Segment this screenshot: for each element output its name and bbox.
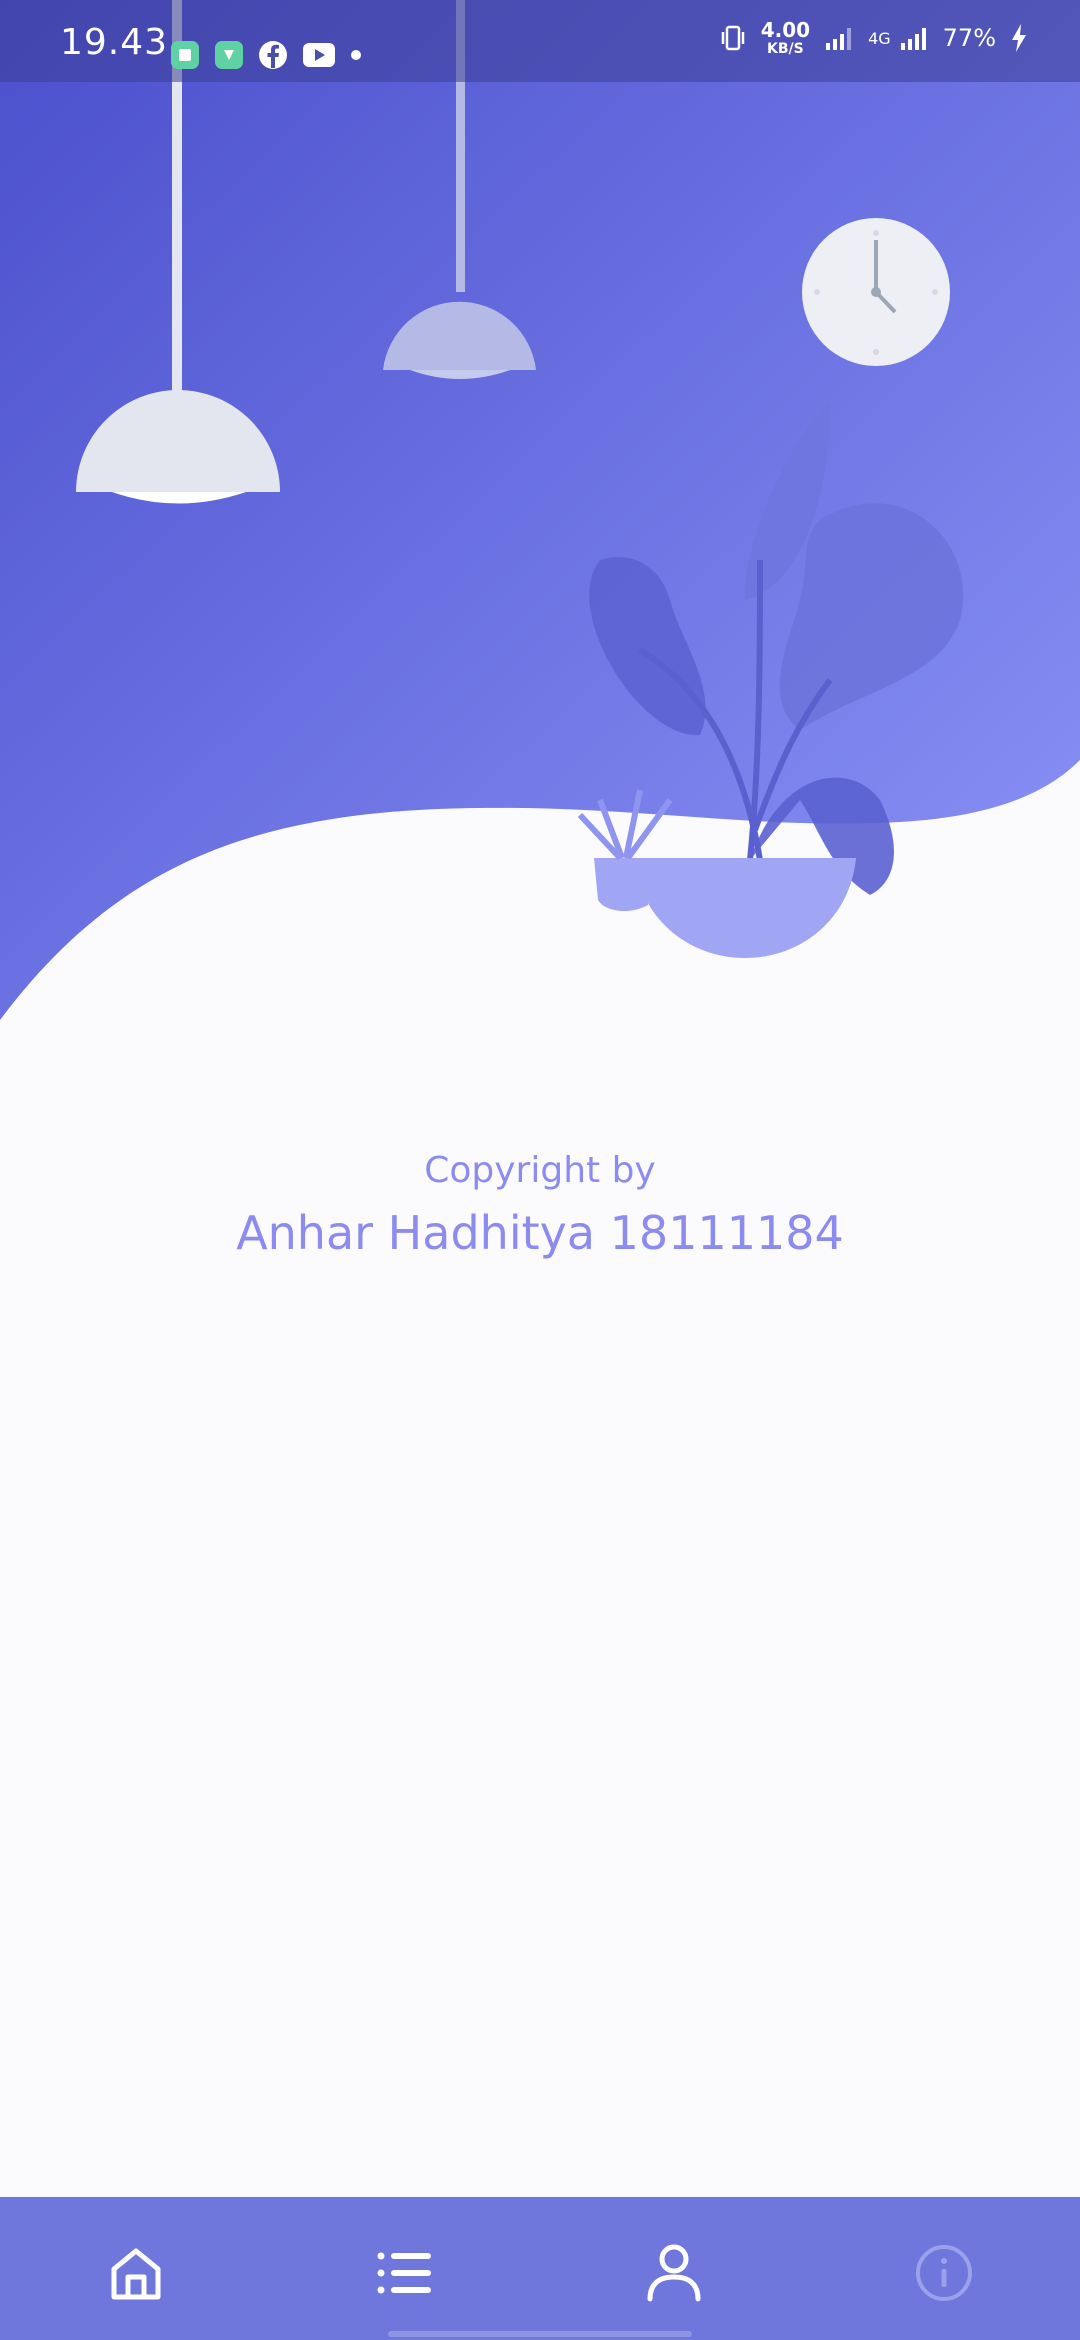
home-icon bbox=[111, 2248, 161, 2300]
info-icon bbox=[916, 2245, 972, 2301]
nav-info-button[interactable] bbox=[904, 2233, 984, 2313]
youtube-icon bbox=[303, 43, 335, 67]
list-icon bbox=[377, 2252, 431, 2294]
notification-icons bbox=[170, 40, 362, 70]
signal-icon bbox=[900, 28, 926, 50]
status-bar: 19.43 4.00 KB/S 4G 77% bbox=[0, 0, 1080, 82]
more-notifications-dot-icon bbox=[351, 50, 361, 60]
charging-bolt-icon bbox=[1012, 24, 1026, 52]
network-speed: 4.00 KB/S bbox=[761, 20, 810, 56]
wall-clock bbox=[802, 218, 950, 366]
network-speed-unit: KB/S bbox=[767, 41, 804, 57]
network-speed-value: 4.00 bbox=[760, 18, 811, 42]
home-indicator[interactable] bbox=[388, 2331, 692, 2337]
vibrate-icon bbox=[721, 25, 744, 51]
app-notification-icon bbox=[171, 41, 199, 69]
facebook-icon bbox=[259, 41, 287, 69]
copyright-label: Copyright by bbox=[424, 1150, 656, 1191]
nav-list-button[interactable] bbox=[365, 2233, 445, 2313]
nav-home-button[interactable] bbox=[96, 2233, 176, 2313]
hero-illustration bbox=[0, 0, 1080, 1040]
network-type: 4G bbox=[868, 28, 891, 48]
battery-level: 77% bbox=[942, 24, 996, 52]
bottom-navigation bbox=[0, 2197, 1080, 2340]
status-right: 4.00 KB/S 4G 77% bbox=[719, 20, 1028, 56]
user-icon bbox=[647, 2244, 701, 2302]
app-notification-icon bbox=[215, 41, 243, 69]
nav-profile-button[interactable] bbox=[634, 2233, 714, 2313]
signal-icon bbox=[826, 28, 852, 50]
author-name: Anhar Hadhitya 18111184 bbox=[236, 1206, 844, 1260]
status-time: 19.43 bbox=[60, 22, 169, 63]
